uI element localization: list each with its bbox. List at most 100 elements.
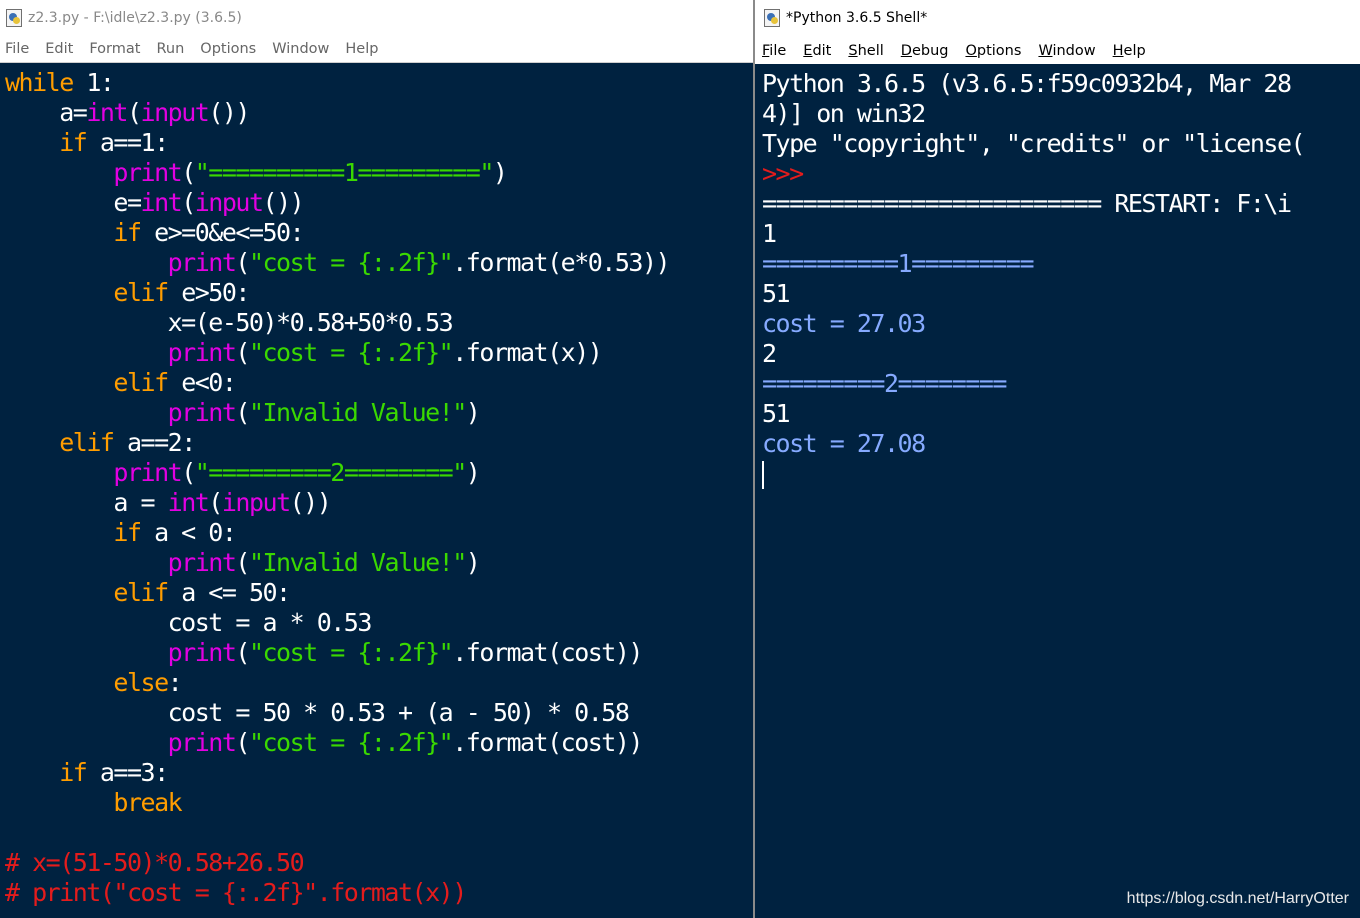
code-code-text: )	[465, 398, 481, 427]
code-line: print("cost = {:.2f}".format(cost))	[5, 728, 753, 758]
code-line: # print("cost = {:.2f}".format(x))	[5, 878, 753, 908]
shell-line: 4)] on win32	[762, 99, 1360, 129]
shell-line: ========================= RESTART: F:\i	[762, 189, 1360, 219]
code-line: a = int(input())	[5, 488, 753, 518]
code-line: elif a==2:	[5, 428, 753, 458]
code-keyword: if	[59, 128, 88, 157]
code-code-text: a==3:	[86, 758, 169, 787]
editor-menu-run[interactable]: Run	[156, 41, 184, 57]
code-builtin: print	[167, 398, 237, 427]
code-keyword: elif	[59, 428, 115, 457]
shell-banner-text: Python 3.6.5 (v3.6.5:f59c0932b4, Mar 28	[762, 69, 1292, 98]
code-code-text: .format(cost))	[452, 638, 643, 667]
code-code-text: (	[235, 548, 250, 577]
code-line: while 1:	[5, 68, 753, 98]
code-line: print("=========2========")	[5, 458, 753, 488]
editor-code-area[interactable]: while 1: a=int(input()) if a==1: print("…	[0, 63, 753, 918]
code-code-text: a =	[113, 488, 168, 517]
code-line: if a < 0:	[5, 518, 753, 548]
code-string: "cost = {:.2f}"	[248, 638, 454, 667]
code-line: break	[5, 788, 753, 818]
shell-titlebar[interactable]: *Python 3.6.5 Shell*	[755, 0, 1360, 36]
shell-menu-window[interactable]: Window	[1038, 43, 1095, 59]
code-line: elif a <= 50:	[5, 578, 753, 608]
code-line: if a==3:	[5, 758, 753, 788]
code-string: "Invalid Value!"	[248, 398, 467, 427]
shell-stdout: ==========1=========	[762, 249, 1035, 278]
code-builtin: print	[167, 248, 237, 277]
shell-menu-file[interactable]: File	[762, 43, 786, 59]
code-code-text: a==2:	[113, 428, 196, 457]
shell-menu-edit[interactable]: Edit	[803, 43, 831, 59]
shell-menu-options[interactable]: Options	[965, 43, 1021, 59]
code-keyword: if	[113, 218, 142, 247]
code-code-text: (	[235, 338, 250, 367]
shell-user-input: 51	[762, 279, 791, 308]
python-file-icon	[6, 9, 22, 27]
code-keyword: elif	[113, 578, 169, 607]
code-code-text: cost = a * 0.53	[167, 608, 373, 637]
code-code-text: ())	[289, 488, 332, 517]
code-line: a=int(input())	[5, 98, 753, 128]
code-code-text: (	[235, 248, 250, 277]
editor-window: z2.3.py - F:\idle\z2.3.py (3.6.5) File Ed…	[0, 0, 753, 918]
code-code-text: )	[492, 158, 508, 187]
shell-stdout: cost = 27.03	[762, 309, 926, 338]
shell-line: Type "copyright", "credits" or "license(	[762, 129, 1360, 159]
shell-menubar: File Edit Shell Debug Options Window Help	[755, 38, 1360, 64]
shell-window-title: *Python 3.6.5 Shell*	[786, 10, 928, 26]
code-code-text: )	[465, 548, 481, 577]
editor-menu-options[interactable]: Options	[200, 41, 256, 57]
editor-menu-file[interactable]: File	[5, 41, 29, 57]
code-string: "cost = {:.2f}"	[248, 338, 454, 367]
shell-line: 51	[762, 279, 1360, 309]
code-code-text: .format(cost))	[452, 728, 643, 757]
code-keyword: break	[113, 788, 182, 817]
code-code-text: (	[126, 98, 142, 127]
code-line: elif e<0:	[5, 368, 753, 398]
shell-input-line[interactable]	[762, 459, 1360, 489]
editor-menu-window[interactable]: Window	[272, 41, 329, 57]
code-line: print("==========1=========")	[5, 158, 753, 188]
editor-titlebar[interactable]: z2.3.py - F:\idle\z2.3.py (3.6.5)	[0, 0, 753, 36]
shell-menu-help[interactable]: Help	[1113, 43, 1146, 59]
restart-banner: ========================= RESTART: F:\i	[762, 189, 1292, 218]
code-code-text: x=(e-50)*0.58+50*0.53	[167, 308, 454, 337]
editor-menu-format[interactable]: Format	[89, 41, 140, 57]
editor-menu-help[interactable]: Help	[345, 41, 378, 57]
code-builtin: int	[167, 488, 210, 517]
code-line: # x=(51-50)*0.58+26.50	[5, 848, 753, 878]
shell-line: >>>	[762, 159, 1360, 189]
code-builtin: print	[167, 338, 237, 367]
code-string: "=========2========"	[194, 458, 468, 487]
code-line: elif e>50:	[5, 278, 753, 308]
code-line: print("Invalid Value!")	[5, 398, 753, 428]
shell-output-area[interactable]: Python 3.6.5 (v3.6.5:f59c0932b4, Mar 28 4…	[755, 64, 1360, 918]
python-shell-icon	[764, 9, 780, 27]
shell-line: Python 3.6.5 (v3.6.5:f59c0932b4, Mar 28	[762, 69, 1360, 99]
code-builtin: print	[167, 728, 237, 757]
code-code-text: 1:	[72, 68, 115, 97]
code-keyword: elif	[113, 278, 169, 307]
code-code-text: :	[167, 668, 183, 697]
code-code-text: a < 0:	[140, 518, 237, 547]
code-code-text: .format(x))	[452, 338, 603, 367]
code-code-text: e=	[113, 188, 142, 217]
code-code-text: cost = 50 * 0.53 + (a - 50) * 0.58	[167, 698, 630, 727]
shell-line: ==========1=========	[762, 249, 1360, 279]
editor-menubar: File Edit Format Run Options Window Help	[0, 36, 753, 63]
code-code-text: .format(e*0.53))	[452, 248, 670, 277]
code-code-text: e<0:	[167, 368, 237, 397]
code-line: print("cost = {:.2f}".format(e*0.53))	[5, 248, 753, 278]
shell-user-input: 2	[762, 339, 777, 368]
code-string: "cost = {:.2f}"	[248, 248, 454, 277]
code-builtin: input	[140, 98, 210, 127]
code-line: if a==1:	[5, 128, 753, 158]
shell-menu-shell[interactable]: Shell	[848, 43, 883, 59]
code-builtin: print	[113, 158, 182, 187]
code-builtin: print	[113, 458, 182, 487]
code-line: if e>=0&e<=50:	[5, 218, 753, 248]
shell-menu-debug[interactable]: Debug	[901, 43, 949, 59]
editor-menu-edit[interactable]: Edit	[45, 41, 73, 57]
code-comment: # x=(51-50)*0.58+26.50	[5, 848, 305, 877]
